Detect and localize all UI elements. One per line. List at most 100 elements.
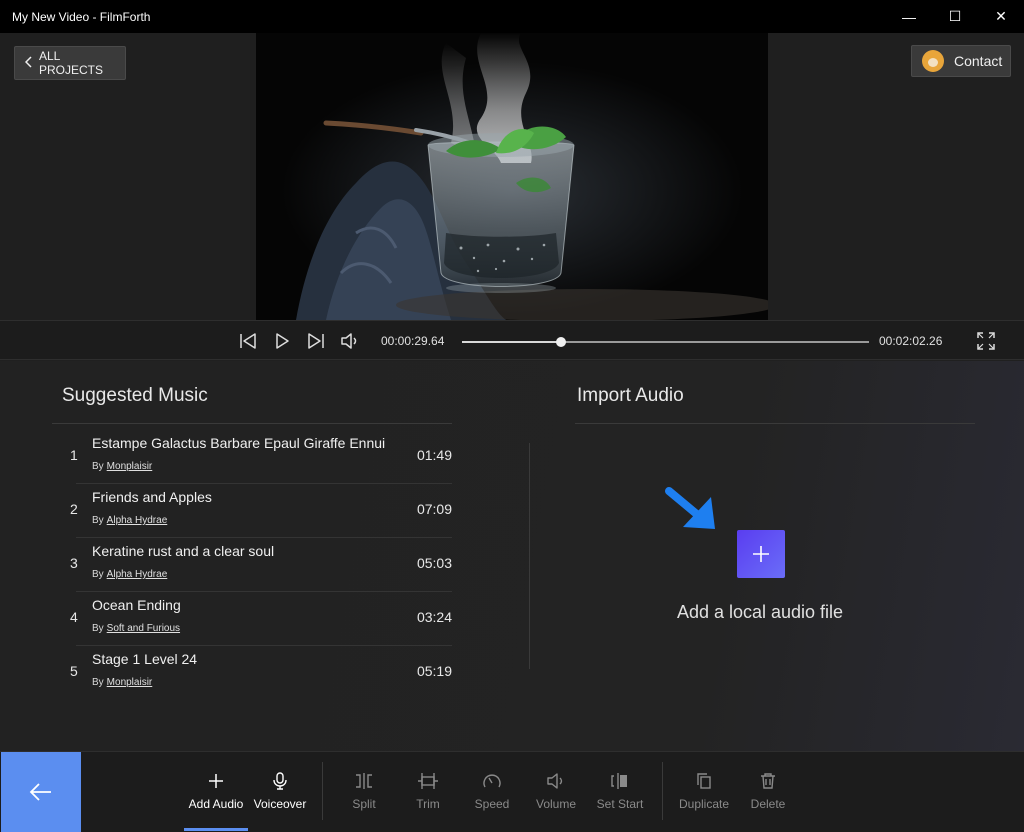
microphone-icon [248,770,312,792]
add-audio-label: Add Audio [188,797,244,811]
arrow-left-icon [29,783,51,801]
trim-icon [396,770,460,792]
track-by: By Soft and Furious [92,623,180,634]
speaker-icon [524,770,588,792]
track-number: 1 [70,447,78,463]
active-tool-indicator [184,828,248,831]
delete-label: Delete [750,797,786,811]
track-name: Estampe Galactus Barbare Epaul Giraffe E… [92,435,386,451]
play-icon[interactable] [272,331,292,351]
current-time: 00:00:29.64 [381,334,445,348]
volume-icon[interactable] [340,331,360,351]
import-audio-title: Import Audio [577,385,684,406]
track-number: 3 [70,555,78,571]
music-row-1[interactable]: 1 Estampe Galactus Barbare Epaul Giraffe… [52,430,452,484]
duplicate-button[interactable]: Duplicate [672,770,736,811]
split-icon [332,770,396,792]
artist-link[interactable]: Alpha Hydrae [107,515,168,526]
plus-icon [184,770,248,792]
track-by: By Alpha Hydrae [92,515,167,526]
trim-button[interactable]: Trim [396,770,460,811]
set-start-label: Set Start [596,797,644,811]
maximize-button[interactable]: ☐ [932,0,978,33]
speed-button[interactable]: Speed [460,770,524,811]
duplicate-label: Duplicate [678,797,730,811]
seek-progress-fill [462,341,561,343]
close-button[interactable]: ✕ [978,0,1024,33]
suggested-music-title: Suggested Music [62,385,208,406]
trash-icon [736,770,800,792]
artist-link[interactable]: Monplaisir [107,677,153,688]
preview-area: ALL PROJECTS Contact [0,33,1024,320]
voiceover-label: Voiceover [253,797,307,811]
track-name: Friends and Apples [92,489,212,505]
track-name: Keratine rust and a clear soul [92,543,275,559]
toolbar-separator [662,762,663,820]
music-row-3[interactable]: 3 Keratine rust and a clear soul By Alpha… [52,538,452,592]
track-by: By Monplaisir [92,461,152,472]
by-prefix: By [92,623,104,634]
artist-link[interactable]: Soft and Furious [107,623,180,634]
track-duration: 05:03 [416,555,452,571]
track-by: By Alpha Hydrae [92,569,167,580]
music-row-4[interactable]: 4 Ocean Ending By Soft and Furious 03:24 [52,592,452,646]
add-local-audio-button[interactable] [737,530,785,578]
suggested-music-list: 1 Estampe Galactus Barbare Epaul Giraffe… [52,430,452,700]
track-number: 4 [70,609,78,625]
track-duration: 01:49 [416,447,452,463]
artist-link[interactable]: Monplaisir [107,461,153,472]
add-audio-button[interactable]: Add Audio [184,770,248,811]
all-projects-button[interactable]: ALL PROJECTS [14,46,126,80]
video-preview[interactable] [256,33,768,320]
video-frame-image [256,33,768,320]
title-bar: My New Video - FilmForth — ☐ ✕ [0,0,1024,33]
split-label: Split [352,797,376,811]
add-local-audio-label[interactable]: Add a local audio file [620,602,900,623]
music-row-2[interactable]: 2 Friends and Apples By Alpha Hydrae 07:0… [52,484,452,538]
trim-label: Trim [416,797,440,811]
track-duration: 05:19 [416,663,452,679]
track-number: 5 [70,663,78,679]
panel-divider [529,443,530,669]
seek-track[interactable] [462,341,869,343]
by-prefix: By [92,677,104,688]
skip-to-end-icon[interactable] [306,331,326,351]
track-by: By Monplaisir [92,677,152,688]
hint-arrow-icon [665,485,725,535]
artist-link[interactable]: Alpha Hydrae [107,569,168,580]
by-prefix: By [92,461,104,472]
seek-thumb[interactable] [555,337,566,347]
import-audio-divider [575,423,975,424]
volume-button[interactable]: Volume [524,770,588,811]
support-avatar-icon [922,50,944,72]
track-name: Ocean Ending [92,597,181,613]
volume-label: Volume [535,797,577,811]
voiceover-button[interactable]: Voiceover [248,770,312,811]
track-name: Stage 1 Level 24 [92,651,198,667]
delete-button[interactable]: Delete [736,770,800,811]
chevron-left-icon [24,55,33,71]
track-duration: 07:09 [416,501,452,517]
contact-button[interactable]: Contact [911,45,1011,77]
skip-to-start-icon[interactable] [238,331,258,351]
minimize-button[interactable]: — [886,0,932,33]
speedometer-icon [460,770,524,792]
suggested-music-divider [52,423,452,424]
music-row-5[interactable]: 5 Stage 1 Level 24 By Monplaisir 05:19 [52,646,452,700]
playback-bar: 00:00:29.64 00:02:02.26 [0,320,1024,360]
plus-icon [753,546,769,562]
toolbar-separator [322,762,323,820]
set-start-icon [588,770,652,792]
bottom-toolbar: Add Audio Voiceover Split Trim Speed Vol… [0,751,1024,832]
all-projects-label: ALL PROJECTS [39,49,104,77]
split-button[interactable]: Split [332,770,396,811]
fullscreen-icon[interactable] [976,331,996,351]
track-duration: 03:24 [416,609,452,625]
by-prefix: By [92,515,104,526]
set-start-button[interactable]: Set Start [588,770,652,811]
window-title: My New Video - FilmForth [12,9,151,24]
back-button[interactable] [1,752,81,832]
speed-label: Speed [474,797,510,811]
total-time: 00:02:02.26 [879,334,943,348]
contact-label: Contact [954,53,1003,69]
